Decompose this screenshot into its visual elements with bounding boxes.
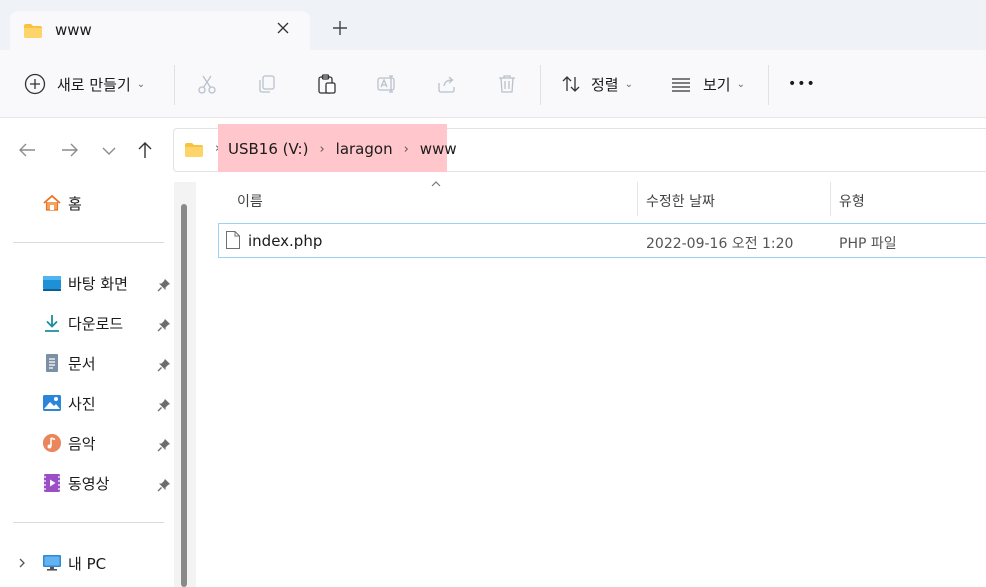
sidebar-item-pictures[interactable]: 사진 [42,390,96,416]
column-divider[interactable] [830,182,831,216]
column-divider[interactable] [637,182,638,216]
file-icon [225,230,241,254]
sidebar-item-label: 홈 [68,194,82,213]
command-bar: 새로 만들기 ⌄ 정렬 ⌄ 보기 ⌄ ••• [0,50,986,118]
tab-bar: www [0,0,986,50]
sort-icon [560,73,582,95]
sidebar-item-documents[interactable]: 문서 [42,350,96,376]
copy-icon[interactable] [256,68,278,100]
desktop-icon [42,273,62,293]
sidebar-item-music[interactable]: 음악 [42,430,96,456]
column-header-name[interactable]: 이름 [237,191,263,211]
navigation-bar: › USB16 (V:) › laragon › www [0,118,986,182]
up-arrow-icon[interactable] [135,140,157,160]
new-button-label: 새로 만들기 [57,75,131,94]
chevron-right-icon[interactable]: › [404,142,409,157]
add-circle-icon [24,73,46,95]
document-icon [42,353,62,373]
toolbar-divider [768,65,769,105]
file-name: index.php [248,232,323,250]
view-label: 보기 [703,75,731,94]
chevron-right-icon[interactable]: › [319,142,324,157]
toolbar-divider [540,65,541,105]
pin-icon[interactable] [157,357,171,372]
sidebar-scrollbar-thumb[interactable] [181,204,187,587]
home-icon [42,193,62,213]
breadcrumb-laragon[interactable]: laragon [336,140,393,158]
sidebar-item-videos[interactable]: 동영상 [42,470,109,496]
file-type: PHP 파일 [839,236,897,252]
toolbar-divider [174,65,175,105]
forward-arrow-icon[interactable] [60,140,82,160]
paste-icon[interactable] [316,68,338,100]
rename-icon[interactable] [376,68,398,100]
sidebar-item-downloads[interactable]: 다운로드 [42,310,123,336]
sidebar-item-label: 다운로드 [68,314,124,333]
tab-www[interactable]: www [10,11,310,50]
folder-icon [23,23,43,43]
sidebar-item-this-pc[interactable]: 내 PC [42,550,106,576]
chevron-down-icon: ⌄ [136,78,146,90]
share-icon[interactable] [436,68,458,100]
videos-icon [42,473,62,493]
pin-icon[interactable] [157,277,171,292]
pin-icon[interactable] [157,437,171,452]
cut-icon[interactable] [196,68,218,100]
tab-title: www [55,21,92,39]
more-options-button[interactable]: ••• [788,68,816,100]
sidebar-divider [13,242,164,243]
breadcrumb: USB16 (V:) › laragon › www [228,140,457,158]
file-date: 2022-09-16 오전 1:20 [646,236,794,252]
back-arrow-icon[interactable] [17,140,39,160]
close-icon[interactable] [276,20,290,39]
column-header-type[interactable]: 유형 [839,191,865,211]
pictures-icon [42,393,62,413]
folder-icon [184,142,204,162]
pin-icon[interactable] [157,317,171,332]
sidebar-item-label: 음악 [68,434,96,453]
expand-chevron-icon[interactable] [16,555,28,574]
recent-locations-chevron-icon[interactable] [100,140,122,160]
delete-icon[interactable] [496,68,518,100]
sidebar-item-label: 내 PC [68,554,107,573]
sort-button[interactable]: 정렬 ⌄ [560,68,633,100]
pin-icon[interactable] [157,397,171,412]
view-button[interactable]: 보기 ⌄ [670,68,745,100]
pin-icon[interactable] [157,477,171,492]
column-header-date[interactable]: 수정한 날짜 [646,191,715,211]
music-icon [42,433,62,453]
sidebar-item-home[interactable]: 홈 [42,190,82,216]
breadcrumb-www[interactable]: www [420,140,457,158]
sort-ascending-icon [430,180,442,191]
computer-icon [42,553,62,573]
sidebar-item-label: 문서 [68,354,96,373]
sidebar-item-label: 사진 [68,394,96,413]
sidebar-divider [13,522,164,523]
chevron-down-icon: ⌄ [736,78,745,90]
view-list-icon [670,73,692,95]
chevron-down-icon: ⌄ [624,78,633,90]
breadcrumb-drive[interactable]: USB16 (V:) [228,140,308,158]
plus-icon[interactable] [332,18,348,42]
new-button[interactable]: 새로 만들기 ⌄ [24,68,145,100]
sort-label: 정렬 [591,75,619,94]
download-icon [42,313,62,333]
sidebar-item-label: 바탕 화면 [68,274,128,293]
file-list: 이름 수정한 날짜 유형 index.php 2022-09-16 오전 1:2… [196,180,986,587]
sidebar-item-label: 동영상 [68,474,110,493]
sidebar-item-desktop[interactable]: 바탕 화면 [42,270,128,296]
navigation-pane: 홈 바탕 화면 다운로드 문서 사진 음악 동영상 내 PC [0,182,196,587]
file-row[interactable]: index.php 2022-09-16 오전 1:20 PHP 파일 [218,223,986,258]
